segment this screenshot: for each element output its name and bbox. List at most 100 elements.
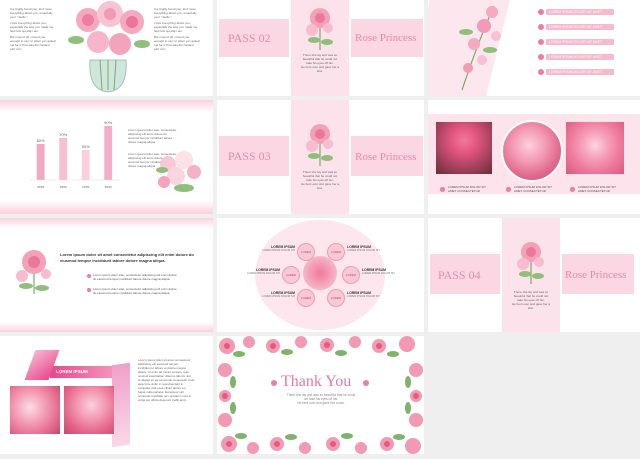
- text-block-1: Lorem ipsum dolor sitet, consectetur adi…: [128, 128, 198, 144]
- vase-flowers-image: [62, 0, 154, 96]
- bullet-icon: [87, 288, 91, 292]
- ribbon-label: LOREM IPSUM: [56, 369, 88, 374]
- category-label: xxxx: [105, 185, 112, 189]
- slide-thumbnail-2[interactable]: PASS 02 Rose Princess There she lay and …: [217, 0, 424, 96]
- body-text: Lorem ipsum dolor sit amet consectetur a…: [138, 358, 210, 402]
- list-item-label: LOREM IPSUM DOLOR SIT AMET: [549, 70, 603, 74]
- list-item-label: LOREM IPSUM DOLOR SIT AMET: [549, 25, 603, 29]
- pass-label: PASS 04: [438, 268, 481, 282]
- ribbon-curl: [112, 362, 130, 448]
- cycle-item-label: LOREM IPSUM LOREM IPSUM DOLOR SIT: [362, 268, 398, 275]
- bottom-pink-wave: [0, 322, 213, 332]
- pass-label: PASS 03: [228, 149, 271, 163]
- pass-label: PASS 02: [228, 31, 271, 45]
- cycle-item-desc: LOREM IPSUM DOLOR SIT: [362, 272, 395, 275]
- caption-block: There she lay and was so beautiful that …: [293, 170, 347, 190]
- slide-thumbnail-8[interactable]: LOREM LOREM IPSUM LOREM IPSUM DOLOR SIT LOR…: [217, 218, 424, 332]
- text-line: feel how special I am.: [154, 29, 183, 33]
- bullet-icon: [87, 274, 91, 278]
- bar-value-label: 70%: [59, 132, 67, 137]
- cycle-item-label: LOREM IPSUM LOREM IPSUM DOLOR SIT: [244, 268, 280, 275]
- bar-chart: 60% xxxx 70% xxxx 50% xxxx 90% xxxx: [30, 120, 120, 189]
- caption-block: There she lay and was so beautiful that …: [273, 393, 369, 406]
- bar-value-label: 50%: [82, 144, 90, 149]
- thank-you-title: Thank You: [281, 373, 352, 390]
- cycle-item-label: LOREM IPSUM LOREM IPSUM DOLOR SIT: [347, 245, 383, 252]
- photo-caption: LOREM IPSUM DOLOR SIT AMET CONSECTETUR: [578, 185, 616, 193]
- text-line: culpa qui officia deserunt mollit anim.: [138, 398, 188, 402]
- list-item-label: LOREM IPSUM DOLOR SIT AMET: [549, 10, 603, 14]
- cycle-item-desc: LOREM IPSUM DOLOR SIT: [347, 249, 380, 253]
- bullet-icon: [570, 187, 575, 192]
- list-item-label: LOREM IPSUM DOLOR SIT AMET: [549, 40, 603, 44]
- bar: [59, 138, 68, 180]
- rose-image: [12, 244, 56, 296]
- slide-thumbnail-5[interactable]: PASS 03 Rose Princess There she lay and …: [217, 100, 424, 214]
- cycle-item-label: LOREM IPSUM LOREM IPSUM DOLOR SIT: [259, 245, 295, 252]
- bullet-icon: [440, 187, 445, 192]
- center-rose: [303, 256, 337, 290]
- photo-caption: LOREM IPSUM DOLOR SIT AMET CONSECTETUR: [448, 185, 486, 193]
- headline-line: Lorem ipsum dolor sit amet consectetur a…: [60, 252, 194, 257]
- right-text-block: I've finally found you, and I love every…: [154, 7, 212, 51]
- caption-line: kiss.: [528, 306, 534, 310]
- cycle-item-desc: LOREM IPSUM DOLOR SIT: [347, 294, 380, 298]
- bullet-icon: [538, 54, 544, 60]
- category-label: xxxx: [82, 185, 89, 189]
- headline-line: eiusmod tempor incididunt labore dolore …: [60, 258, 166, 263]
- bullet-icon: [538, 69, 544, 75]
- bar-value-label: 60%: [37, 138, 45, 143]
- bar: [36, 144, 45, 180]
- cycle-node[interactable]: LOREM: [297, 288, 315, 307]
- cycle-item-desc: LOREM IPSUM DOLOR SIT: [247, 272, 280, 275]
- bottom-pink-wave: [0, 200, 213, 214]
- top-pink-wave: [0, 100, 213, 112]
- list-item-label: LOREM IPSUM DOLOR SIT AMET: [549, 55, 603, 59]
- rose-bouquet-image: [154, 150, 204, 198]
- slide-thumbnail-11[interactable]: Thank You There she lay and was so beaut…: [217, 336, 424, 454]
- slide-thumbnail-3[interactable]: LOREM IPSUM DOLOR SIT AMET LOREM IPSUM D…: [428, 0, 640, 96]
- rose-circle-photo: [501, 120, 563, 182]
- rose-princess-title: Rose Princess: [355, 151, 417, 163]
- slide-thumbnail-9[interactable]: PASS 04 Rose Princess There she lay and …: [428, 218, 640, 332]
- rose-image: [302, 120, 338, 168]
- top-pink-wave: [0, 218, 213, 228]
- bullet-icon: [538, 24, 544, 30]
- slide-thumbnail-1[interactable]: I've finally found you, and I love every…: [0, 0, 213, 96]
- category-label: xxxx: [37, 185, 44, 189]
- text-line: your " faults ".: [10, 15, 29, 19]
- rose-image: [302, 4, 338, 52]
- flower-icon: [363, 380, 369, 386]
- slide-thumbnail-10[interactable]: LOREM IPSUM Lorem ipsum dolor sit amet c…: [0, 336, 213, 454]
- bullet-text-line: do eiusmod tempor incididunt labore dolo…: [93, 277, 171, 281]
- cycle-node[interactable]: LOREM: [282, 266, 300, 284]
- bar: [81, 150, 90, 180]
- flower-icon: [271, 380, 277, 386]
- caption-block: There she lay and was so beautiful that …: [293, 53, 347, 73]
- rose-photo-right: [64, 386, 114, 434]
- text-line: your " faults ".: [154, 15, 173, 19]
- text-line: part of it.: [154, 47, 166, 51]
- caption-block: There she lay and was so beautiful that …: [504, 290, 558, 310]
- category-label: xxxx: [60, 185, 67, 189]
- rose-princess-title: Rose Princess: [355, 32, 417, 44]
- bullet-icon: [506, 187, 511, 192]
- caption-line: kiss.: [317, 186, 323, 190]
- vase-photo: [436, 122, 492, 174]
- rose-image: [513, 238, 549, 286]
- text-line: dolore magna aliqua.: [128, 140, 157, 144]
- slide-thumbnail-4[interactable]: 60% xxxx 70% xxxx 50% xxxx 90% xxxx Lorem ipsum…: [0, 100, 213, 214]
- cycle-item-desc: LOREM IPSUM DOLOR SIT: [262, 249, 295, 253]
- cycle-item-label: LOREM IPSUM LOREM IPSUM DOLOR SIT: [347, 291, 383, 298]
- caption-line: kiss.: [317, 69, 323, 73]
- cycle-node[interactable]: LOREM: [342, 266, 360, 284]
- bar: [104, 126, 113, 180]
- slide-thumbnail-6[interactable]: LOREM IPSUM DOLOR SIT AMET CONSECTETUR L…: [428, 100, 640, 214]
- bullet-icon: [538, 9, 544, 15]
- text-line: feel how special I am.: [10, 29, 39, 33]
- text-line: part of it.: [10, 47, 22, 51]
- cycle-item-label: LOREM IPSUM LOREM IPSUM DOLOR SIT: [259, 291, 295, 298]
- left-text-block: I've finally found you, and I love every…: [10, 7, 70, 51]
- cycle-node[interactable]: LOREM: [327, 288, 345, 307]
- slide-thumbnail-7[interactable]: Lorem ipsum dolor sit amet consectetur a…: [0, 218, 213, 332]
